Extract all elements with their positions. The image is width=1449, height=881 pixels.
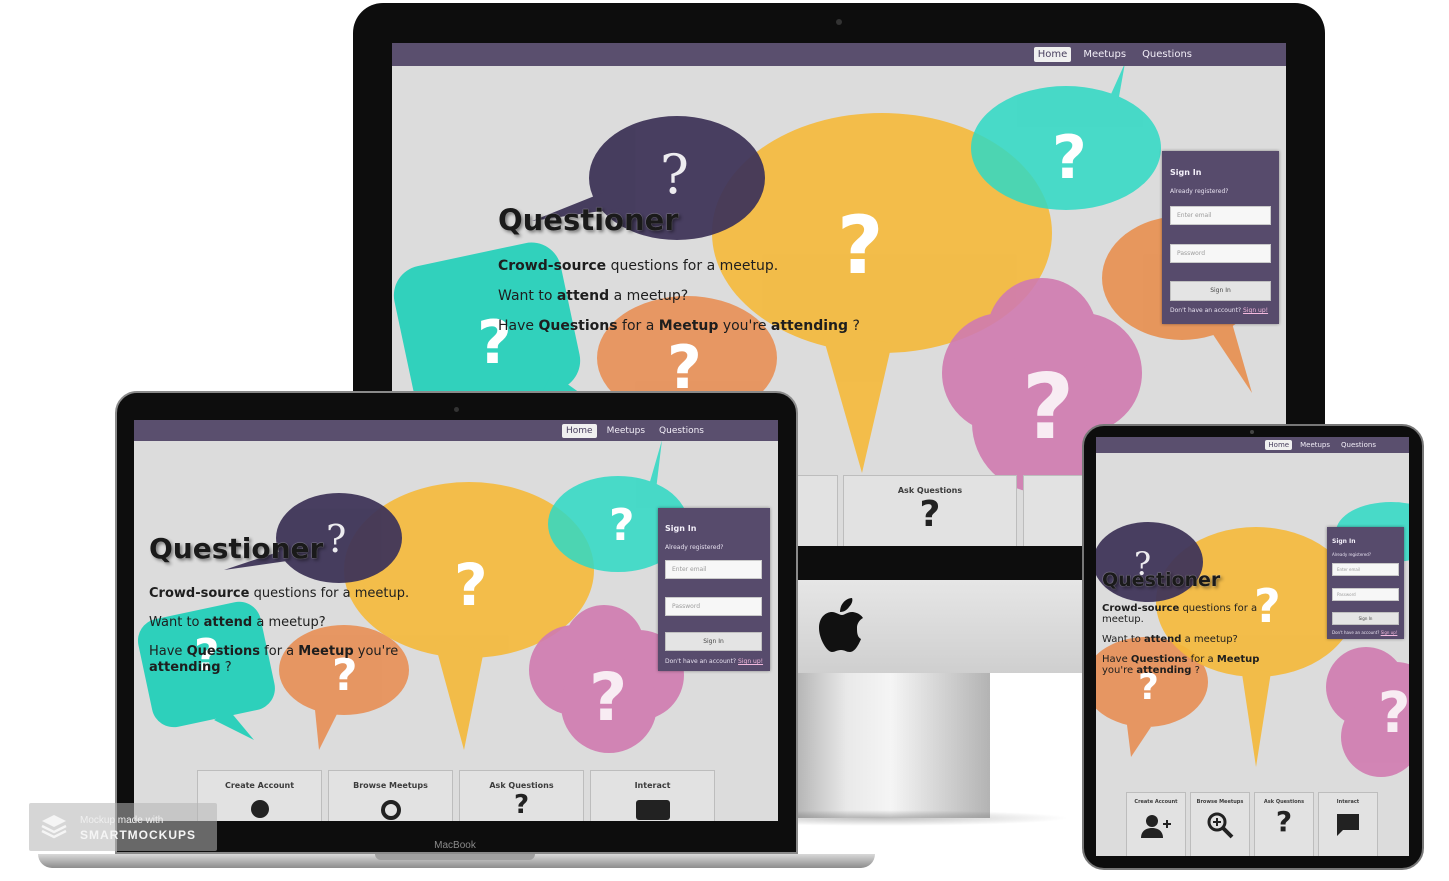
chat-icon — [1337, 814, 1359, 836]
hero-title: Questioner — [1102, 569, 1221, 591]
signup-link[interactable]: Sign up! — [1243, 307, 1268, 314]
zoom-icon — [1207, 812, 1234, 839]
signin-footer: Don't have an account? Sign up! — [1170, 307, 1269, 314]
card-interact[interactable]: Interact — [1318, 792, 1378, 856]
svg-text:?: ? — [589, 659, 627, 736]
signin-subtitle: Already registered? — [1332, 552, 1371, 557]
card-ask-questions[interactable]: Ask Questions ? — [1254, 792, 1314, 856]
svg-text:?: ? — [326, 517, 346, 561]
svg-text:?: ? — [837, 199, 883, 292]
nav-home[interactable]: Home — [1033, 47, 1072, 62]
imac-stand — [770, 673, 990, 818]
nav-meetups[interactable]: Meetups — [1079, 47, 1130, 62]
signin-title: Sign In — [1332, 538, 1356, 545]
signin-button[interactable]: Sign In — [665, 632, 762, 651]
tablet-navbar: Home Meetups Questions — [1096, 437, 1409, 453]
hero-line-3: Have Questions for a Meetup you're atten… — [498, 318, 860, 334]
zoom-icon — [380, 800, 401, 820]
svg-text:?: ? — [1052, 123, 1087, 193]
imac-navbar: Home Meetups Questions — [392, 43, 1286, 66]
nav-home[interactable]: Home — [561, 423, 597, 438]
laptop-brand: MacBook — [434, 840, 476, 851]
nav-questions[interactable]: Questions — [1338, 440, 1379, 450]
signin-panel: Sign In Already registered? Enter email … — [1162, 151, 1279, 324]
signin-footer: Don't have an account? Sign up! — [665, 658, 764, 665]
laptop-notch — [375, 854, 535, 860]
nav-home[interactable]: Home — [1265, 440, 1293, 450]
watermark-line-2: SMARTMOCKUPS — [80, 828, 196, 842]
card-ask-questions[interactable]: Ask Questions ? — [843, 475, 1017, 546]
password-field[interactable]: Password — [1332, 588, 1399, 601]
hero-line-1: Crowd-source questions for a meetup. — [1102, 603, 1258, 625]
layers-icon — [41, 815, 67, 839]
signin-button[interactable]: Sign In — [1170, 281, 1271, 301]
card-ask-questions[interactable]: Ask Questions ? — [459, 770, 584, 821]
svg-text:?: ? — [609, 500, 635, 551]
signin-panel: Sign In Already registered? Enter email … — [1327, 527, 1404, 639]
apple-logo-icon — [819, 598, 863, 652]
nav-meetups[interactable]: Meetups — [603, 424, 649, 438]
signin-title: Sign In — [665, 524, 697, 533]
nav-meetups[interactable]: Meetups — [1297, 440, 1333, 450]
laptop-camera — [454, 407, 459, 412]
hero-line-3: Have Questions for a Meetup you're atten… — [149, 644, 399, 675]
signin-footer: Don't have an account? Sign up! — [1332, 630, 1398, 635]
card-interact[interactable]: Interact — [590, 770, 715, 821]
hero-title: Questioner — [149, 532, 324, 565]
card-browse-meetups[interactable]: Browse Meetups — [1190, 792, 1250, 856]
question-icon: ? — [919, 494, 941, 535]
hero-line-3: Have Questions for a Meetup you're atten… — [1102, 654, 1260, 676]
tablet-camera — [1250, 430, 1254, 434]
question-icon: ? — [1275, 805, 1293, 838]
nav-questions[interactable]: Questions — [1138, 47, 1196, 62]
hero-title: Questioner — [498, 203, 679, 237]
chat-icon — [635, 800, 670, 820]
signin-subtitle: Already registered? — [665, 544, 724, 551]
email-field[interactable]: Enter email — [1332, 563, 1399, 576]
signup-link[interactable]: Sign up! — [738, 658, 763, 665]
add-user-icon — [250, 800, 269, 818]
signin-subtitle: Already registered? — [1170, 188, 1229, 195]
imac-camera — [836, 19, 842, 25]
nav-questions[interactable]: Questions — [655, 424, 708, 438]
laptop-navbar: Home Meetups Questions — [134, 420, 778, 441]
question-icon: ? — [513, 790, 530, 820]
add-user-icon — [1141, 815, 1171, 838]
tablet-screen: ? ? ? ? Home Meetups Questions Questione… — [1096, 437, 1409, 856]
hero-line-2: Want to attend a meetup? — [498, 288, 689, 304]
svg-text:?: ? — [1022, 355, 1074, 460]
email-field[interactable]: Enter email — [665, 560, 762, 579]
hero-line-1: Crowd-source questions for a meetup. — [149, 586, 410, 601]
svg-text:?: ? — [454, 551, 488, 619]
bubble-mark: ? — [660, 143, 689, 206]
signin-button[interactable]: Sign In — [1332, 612, 1399, 625]
watermark-line-1: Mockup made with — [80, 815, 164, 826]
hero-line-2: Want to attend a meetup? — [149, 615, 326, 630]
hero-line-1: Crowd-source questions for a meetup. — [498, 258, 779, 274]
signin-panel: Sign In Already registered? Enter email … — [658, 508, 770, 671]
password-field[interactable]: Password — [665, 597, 762, 616]
hero-line-2: Want to attend a meetup? — [1102, 634, 1238, 645]
card-browse-meetups[interactable]: Browse Meetups — [328, 770, 453, 821]
svg-text:?: ? — [1378, 681, 1409, 746]
password-field[interactable]: Password — [1170, 244, 1271, 263]
email-field[interactable]: Enter email — [1170, 206, 1271, 225]
laptop-screen: ? ? ? ? ? ? Home Meetups Questions Quest… — [134, 420, 778, 821]
card-create-account[interactable]: Create Account — [1126, 792, 1186, 856]
signup-link[interactable]: Sign up! — [1381, 630, 1398, 635]
signin-title: Sign In — [1170, 168, 1202, 177]
